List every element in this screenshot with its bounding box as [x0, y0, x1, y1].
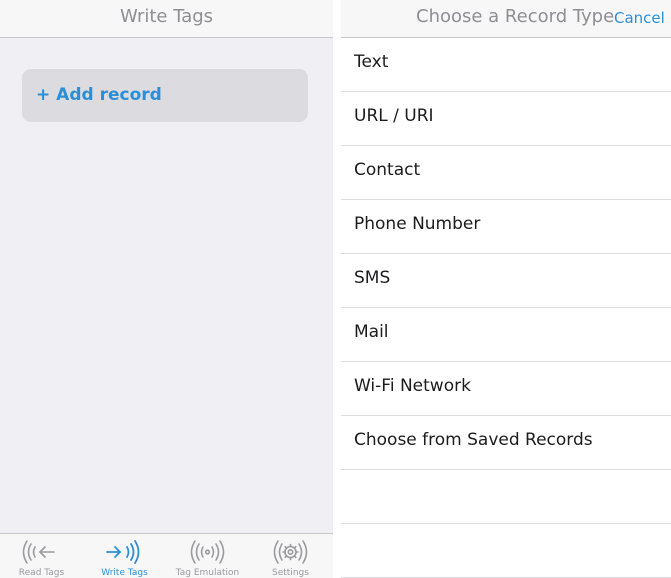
tab-settings[interactable]: Settings — [249, 534, 332, 578]
empty-list-row — [341, 524, 671, 578]
list-item-label: Mail — [354, 322, 389, 342]
record-type-sms[interactable]: SMS — [341, 254, 671, 308]
list-item-label: Choose from Saved Records — [354, 430, 593, 450]
tab-label: Settings — [272, 568, 309, 578]
write-tags-screen: Write Tags + Add record Read Tags Write … — [0, 0, 333, 578]
cancel-button[interactable]: Cancel — [614, 9, 665, 27]
read-tags-icon — [22, 540, 55, 564]
list-item-label: Text — [354, 52, 389, 72]
write-tags-icon — [106, 540, 140, 564]
record-type-saved-records[interactable]: Choose from Saved Records — [341, 416, 671, 470]
tab-label: Tag Emulation — [175, 568, 240, 578]
tab-label: Write Tags — [101, 568, 148, 578]
record-type-url[interactable]: URL / URI — [341, 92, 671, 146]
tab-write-tags[interactable]: Write Tags — [83, 534, 166, 578]
list-item-label: Contact — [354, 160, 421, 180]
record-type-screen: Choose a Record Type Cancel Text URL / U… — [341, 0, 671, 578]
page-title: Choose a Record Type — [416, 6, 615, 27]
record-type-wifi-network[interactable]: Wi-Fi Network — [341, 362, 671, 416]
empty-list-row — [341, 470, 671, 524]
record-type-phone-number[interactable]: Phone Number — [341, 200, 671, 254]
add-record-button[interactable]: + Add record — [22, 69, 308, 122]
tab-read-tags[interactable]: Read Tags — [0, 534, 83, 578]
add-record-label: + Add record — [36, 85, 162, 105]
record-type-text[interactable]: Text — [341, 38, 671, 92]
list-item-label: Wi-Fi Network — [354, 376, 471, 396]
navigation-bar: Choose a Record Type Cancel — [341, 0, 671, 38]
tag-emulation-icon — [190, 540, 225, 564]
list-item-label: Phone Number — [354, 214, 481, 234]
page-title: Write Tags — [119, 6, 214, 27]
screen-divider — [333, 0, 341, 578]
record-type-contact[interactable]: Contact — [341, 146, 671, 200]
list-item-label: URL / URI — [354, 106, 434, 126]
list-item-label: SMS — [354, 268, 391, 288]
tab-tag-emulation[interactable]: Tag Emulation — [166, 534, 249, 578]
settings-gear-icon — [273, 540, 308, 564]
tab-bar: Read Tags Write Tags Tag Emulation Setti… — [0, 533, 333, 578]
tab-label: Read Tags — [18, 568, 65, 578]
navigation-bar: Write Tags — [0, 0, 333, 38]
record-type-mail[interactable]: Mail — [341, 308, 671, 362]
